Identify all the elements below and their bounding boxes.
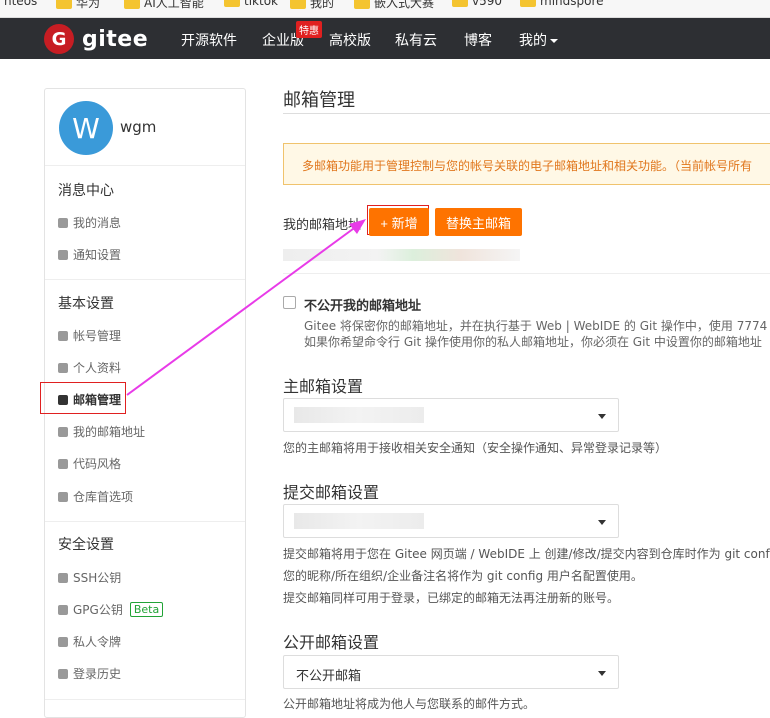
annotation-arrow xyxy=(126,219,366,396)
